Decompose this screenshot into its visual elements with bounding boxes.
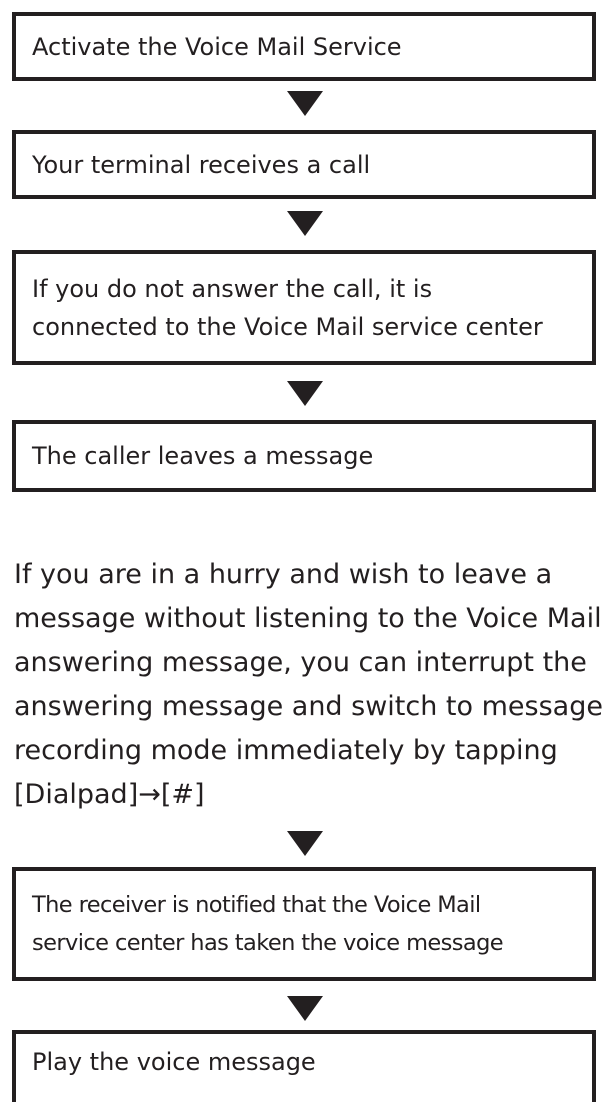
flow-step-label: Activate the Voice Mail Service <box>32 32 402 61</box>
flow-step-label: Play the voice message <box>32 1048 316 1076</box>
note-line-6: [Dialpad]→[#] <box>14 779 205 810</box>
note-line-5: recording mode immediately by tapping <box>14 735 558 766</box>
hurry-note-paragraph: If you are in a hurry and wish to leave … <box>14 553 604 817</box>
flow-step-label: Your terminal receives a call <box>32 150 371 179</box>
down-arrow-icon <box>287 211 323 236</box>
flow-step-terminal-receives-call: Your terminal receives a call <box>12 130 596 199</box>
note-line-3: answering message, you can interrupt the <box>14 647 587 678</box>
flow-step-label-line-1: The receiver is notified that the Voice … <box>32 892 481 918</box>
down-arrow-icon <box>287 381 323 406</box>
down-arrow-icon <box>287 996 323 1021</box>
flow-step-label: The caller leaves a message <box>32 442 374 470</box>
flow-step-caller-leaves-message: The caller leaves a message <box>12 420 596 492</box>
note-line-4: answering message and switch to message <box>14 691 603 722</box>
flow-step-activate-voice-mail: Activate the Voice Mail Service <box>12 12 596 81</box>
flow-step-unanswered-call-connected: If you do not answer the call, it is con… <box>12 250 596 365</box>
flow-step-label-line-2: connected to the Voice Mail service cent… <box>32 312 543 341</box>
down-arrow-icon <box>287 831 323 856</box>
flow-step-play-voice-message: Play the voice message <box>12 1030 596 1102</box>
flow-step-receiver-notified: The receiver is notified that the Voice … <box>12 867 596 981</box>
flow-step-label-line-1: If you do not answer the call, it is <box>32 274 433 303</box>
note-line-1: If you are in a hurry and wish to leave … <box>14 559 553 590</box>
down-arrow-icon <box>287 91 323 116</box>
flow-step-label-line-2: service center has taken the voice messa… <box>32 930 504 956</box>
note-line-2: message without listening to the Voice M… <box>14 603 602 634</box>
